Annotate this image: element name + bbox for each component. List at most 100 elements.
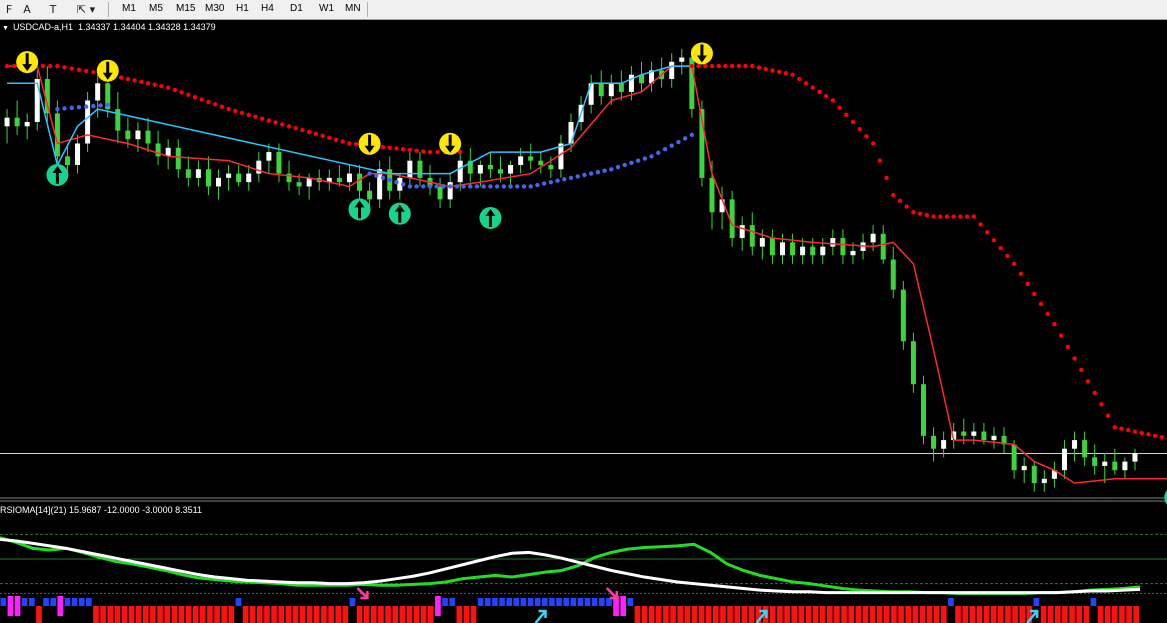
histogram-bar	[492, 598, 498, 606]
histogram-bar	[399, 606, 406, 623]
red-dot	[911, 210, 916, 215]
histogram-bar	[620, 596, 626, 616]
red-dot	[206, 99, 211, 105]
histogram-bar	[869, 606, 876, 623]
red-dot	[353, 141, 359, 147]
histogram-bar	[264, 606, 270, 623]
histogram-bar	[1090, 598, 1097, 606]
candle-body	[498, 169, 504, 174]
sell-signal-icon	[439, 132, 462, 155]
histogram-bar	[599, 598, 605, 606]
blue-dot	[62, 106, 67, 111]
red-dot	[306, 129, 312, 135]
histogram-bar	[713, 606, 719, 623]
red-dot	[91, 70, 96, 75]
histogram-bar	[93, 606, 99, 623]
histogram-bar	[1062, 606, 1068, 623]
red-dot	[273, 120, 278, 125]
candle-body	[1132, 453, 1138, 462]
histogram-bar	[705, 606, 712, 623]
red-dot	[978, 222, 983, 227]
histogram-bar	[470, 606, 477, 623]
candle-body	[548, 164, 554, 170]
candle-body	[779, 242, 785, 256]
red-dot	[1079, 367, 1084, 373]
candle-body	[920, 384, 926, 436]
red-dot	[1152, 433, 1158, 439]
histogram-bar	[670, 606, 676, 623]
red-dot	[1119, 426, 1124, 431]
red-dot	[770, 68, 775, 73]
red-dot	[723, 63, 728, 69]
candle-body	[246, 173, 252, 183]
histogram-bar	[271, 606, 277, 623]
histogram-bar	[656, 606, 662, 623]
blue-dot	[494, 184, 500, 189]
candle-body	[487, 164, 493, 170]
histogram-bar	[442, 598, 448, 606]
candle-body	[1092, 457, 1098, 466]
sell-signal-icon	[690, 42, 713, 65]
sell-signal-icon	[96, 59, 119, 82]
candle-body	[538, 160, 544, 165]
candle-body	[669, 61, 675, 79]
histogram-bar	[200, 606, 206, 623]
histogram-bar	[898, 606, 904, 623]
blue-dot	[374, 173, 379, 178]
histogram-bar	[114, 606, 121, 623]
red-dot	[944, 214, 950, 219]
red-dot	[1092, 390, 1097, 396]
candle-body	[830, 238, 836, 247]
red-dot	[1052, 321, 1057, 327]
buy-signal-icon	[388, 202, 411, 225]
red-dot	[1065, 344, 1071, 350]
red-dot	[763, 66, 768, 72]
candle-body	[1061, 448, 1067, 471]
red-dot	[192, 94, 198, 100]
candle-body	[24, 121, 30, 127]
histogram-bar	[463, 606, 470, 623]
histogram-bar	[506, 598, 512, 606]
rsioma-signal-line	[0, 537, 1141, 595]
rsioma-line	[0, 536, 1141, 595]
histogram-bar	[976, 606, 983, 623]
blue-dot	[669, 143, 674, 148]
blue-dot	[521, 184, 527, 189]
red-dot	[165, 85, 171, 90]
blue-dot	[468, 184, 473, 189]
histogram-bar	[542, 598, 548, 606]
candle-body	[357, 173, 363, 191]
histogram-bar	[677, 606, 683, 623]
red-dot	[421, 149, 426, 154]
histogram-bar	[392, 606, 398, 623]
histogram-bar	[748, 606, 755, 623]
histogram-bar	[1133, 606, 1139, 623]
red-dot	[400, 147, 406, 152]
red-dot	[964, 214, 970, 219]
candle-body	[981, 431, 987, 441]
red-dot	[219, 104, 225, 109]
rsi-label: RSIOMA[14](21) 15.9687 -12.0000 -3.0000 …	[0, 505, 202, 515]
red-dot	[938, 214, 943, 219]
collapse-triangle-icon[interactable]: ▼	[2, 25, 9, 32]
red-dot	[266, 118, 272, 123]
candle-body	[95, 83, 101, 101]
blue-dot	[562, 177, 567, 182]
histogram-bar	[513, 598, 520, 606]
histogram-bar	[335, 606, 341, 623]
candle-body	[457, 160, 463, 183]
red-dot	[1025, 281, 1030, 287]
chart-canvas[interactable]	[0, 0, 1167, 623]
histogram-bar	[741, 606, 748, 623]
red-dot	[971, 214, 977, 219]
histogram-bar	[235, 598, 242, 606]
histogram-bar	[456, 606, 463, 623]
candle-body	[1072, 440, 1078, 449]
red-dot	[1085, 379, 1091, 384]
candle-body	[800, 246, 806, 256]
histogram-bar	[14, 596, 21, 616]
histogram-bar	[798, 606, 805, 623]
candle-body	[618, 83, 624, 92]
histogram-bar	[926, 606, 933, 623]
candle-body	[4, 117, 10, 127]
